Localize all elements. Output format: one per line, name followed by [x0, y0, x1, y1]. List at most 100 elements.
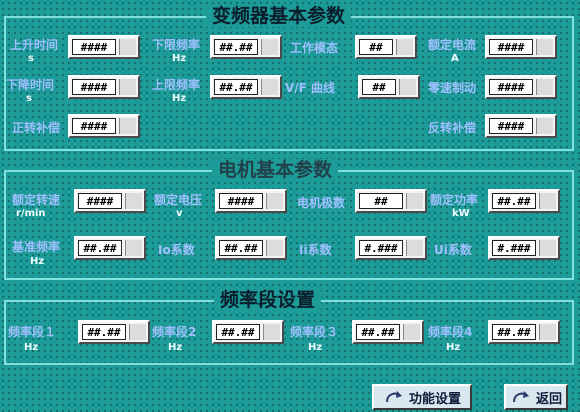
reverse-comp-label: 反转补偿 — [428, 121, 477, 135]
forward-comp-value: #### — [72, 118, 116, 134]
freq-settings-title: 频率段设置 — [214, 289, 322, 311]
poles-value: ## — [359, 193, 403, 209]
zero-brake-knob — [536, 79, 553, 95]
rated-voltage-field[interactable]: #### — [215, 189, 287, 213]
lower-freq-field[interactable]: ##.## — [210, 35, 282, 59]
io-coef-field[interactable]: ##.## — [215, 236, 287, 260]
poles-knob — [406, 193, 423, 209]
down-time-field[interactable]: #### — [68, 75, 140, 99]
work-mode-value: ## — [359, 39, 393, 55]
lower-freq-label: 下限频率 — [152, 38, 201, 52]
forward-comp-knob — [119, 118, 136, 134]
vfd-params-title: 变频器基本参数 — [206, 5, 352, 27]
rated-voltage-knob — [266, 193, 283, 209]
rated-speed-field[interactable]: #### — [74, 189, 146, 213]
seg1-knob — [129, 324, 146, 340]
lower-freq-value: ##.## — [214, 39, 258, 55]
upper-freq-field[interactable]: ##.## — [210, 75, 282, 99]
rated-voltage-unit: v — [176, 208, 183, 219]
seg4-label: 频率段4 — [428, 325, 473, 339]
rated-power-knob — [539, 193, 556, 209]
rated-current-knob — [536, 39, 553, 55]
work-mode-field[interactable]: ## — [355, 35, 417, 59]
forward-comp-label: 正转补偿 — [12, 121, 61, 135]
upper-freq-value: ##.## — [214, 79, 258, 95]
io-coef-label: Io系数 — [158, 243, 195, 257]
rated-speed-value: #### — [78, 193, 122, 209]
upper-freq-unit: Hz — [172, 93, 187, 104]
up-time-unit: s — [28, 53, 34, 64]
poles-label: 电机极数 — [297, 196, 346, 210]
reverse-comp-knob — [536, 118, 553, 134]
seg4-value: ##.## — [492, 324, 536, 340]
seg3-value: ##.## — [356, 324, 400, 340]
reverse-comp-value: #### — [489, 118, 533, 134]
base-freq-field[interactable]: ##.## — [74, 236, 146, 260]
down-time-value: #### — [72, 79, 116, 95]
seg3-field[interactable]: ##.## — [352, 320, 424, 344]
lower-freq-knob — [261, 39, 278, 55]
curved-arrow-icon — [512, 391, 529, 403]
rated-power-field[interactable]: ##.## — [488, 189, 560, 213]
work-mode-label: 工作模态 — [290, 41, 339, 55]
up-time-label: 上升时间 — [10, 38, 59, 52]
rated-voltage-value: #### — [219, 193, 263, 209]
seg3-label: 频率段３ — [290, 325, 339, 339]
reverse-comp-field[interactable]: #### — [485, 114, 557, 138]
ui-coef-knob — [539, 240, 556, 256]
rated-current-label: 额定电流 — [428, 38, 477, 52]
rated-current-field[interactable]: #### — [485, 35, 557, 59]
upper-freq-label: 上限频率 — [152, 78, 201, 92]
ui-coef-value: #.### — [492, 240, 536, 256]
seg1-field[interactable]: ##.## — [78, 320, 150, 344]
zero-brake-label: 零速制动 — [428, 81, 477, 95]
io-coef-value: ##.## — [219, 240, 263, 256]
base-freq-value: ##.## — [78, 240, 122, 256]
seg2-knob — [263, 324, 280, 340]
work-mode-knob — [396, 39, 413, 55]
function-settings-button[interactable]: 功能设置 — [372, 384, 472, 410]
seg1-unit: Hz — [24, 342, 39, 353]
seg4-unit: Hz — [446, 342, 461, 353]
zero-brake-value: #### — [489, 79, 533, 95]
down-time-label: 下降时间 — [6, 78, 55, 92]
ui-coef-label: Ui系数 — [434, 243, 472, 257]
up-time-field[interactable]: #### — [68, 35, 140, 59]
zero-brake-field[interactable]: #### — [485, 75, 557, 99]
motor-params-title: 电机基本参数 — [212, 159, 339, 181]
back-button[interactable]: 返回 — [504, 384, 568, 410]
rated-current-unit: A — [451, 53, 459, 64]
ii-coef-value: #.### — [359, 240, 403, 256]
back-label: 返回 — [535, 391, 562, 407]
base-freq-unit: Hz — [30, 256, 45, 267]
ii-coef-field[interactable]: #.### — [355, 236, 427, 260]
base-freq-label: 基准频率 — [12, 240, 61, 254]
upper-freq-knob — [261, 79, 278, 95]
rated-speed-unit: r/min — [16, 208, 46, 219]
poles-field[interactable]: ## — [355, 189, 427, 213]
vf-curve-label: V/F 曲线 — [285, 81, 336, 95]
vf-curve-value: ## — [362, 79, 396, 95]
up-time-knob — [119, 39, 136, 55]
rated-voltage-label: 额定电压 — [154, 193, 203, 207]
forward-comp-field[interactable]: #### — [68, 114, 140, 138]
vf-curve-field[interactable]: ## — [358, 75, 420, 99]
rated-speed-label: 额定转速 — [12, 193, 61, 207]
function-settings-label: 功能设置 — [408, 391, 461, 407]
io-coef-knob — [266, 240, 283, 256]
lower-freq-unit: Hz — [172, 53, 187, 64]
base-freq-knob — [125, 240, 142, 256]
vf-curve-knob — [399, 79, 416, 95]
ii-coef-knob — [406, 240, 423, 256]
seg2-unit: Hz — [168, 342, 183, 353]
ii-coef-label: Ii系数 — [299, 243, 332, 257]
down-time-unit: s — [26, 93, 32, 104]
seg1-label: 频率段１ — [8, 325, 57, 339]
seg2-field[interactable]: ##.## — [212, 320, 284, 344]
seg1-value: ##.## — [82, 324, 126, 340]
up-time-value: #### — [72, 39, 116, 55]
rated-speed-knob — [125, 193, 142, 209]
ui-coef-field[interactable]: #.### — [488, 236, 560, 260]
seg4-field[interactable]: ##.## — [488, 320, 560, 344]
motor-params-panel — [4, 170, 574, 280]
